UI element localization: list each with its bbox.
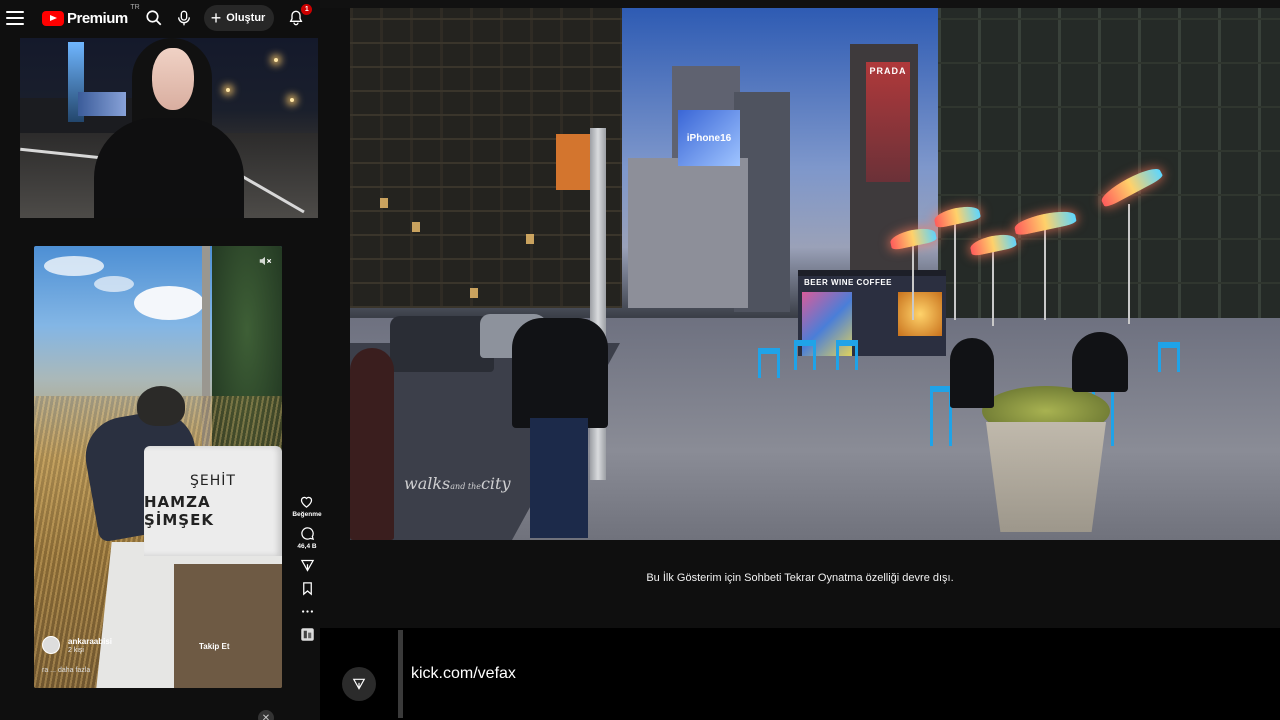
gravestone: ŞEHİT HAMZA ŞİMŞEK	[144, 446, 282, 556]
gravestone-name: HAMZA ŞİMŞEK	[144, 493, 214, 529]
lit-window	[380, 198, 388, 208]
street-lamp	[290, 98, 294, 102]
iphone-billboard: iPhone16	[678, 110, 740, 166]
kiosk-sign: BEER WINE COFFEE	[804, 278, 893, 287]
woman-headscarf	[137, 386, 185, 426]
youtube-header: Premium TR + Oluştur 1	[0, 0, 320, 36]
send-icon	[352, 678, 366, 690]
top-strip	[320, 0, 1280, 8]
shorts-video[interactable]: ŞEHİT HAMZA ŞİMŞEK ankaraabisi 2 kişi Ta…	[34, 246, 282, 688]
street-lamp	[274, 58, 278, 62]
cloud	[94, 276, 134, 292]
streamer-body	[94, 118, 244, 218]
watermark-end: city	[480, 474, 511, 493]
dislike-label: Beğenme	[292, 511, 322, 518]
lit-window	[526, 234, 534, 244]
umbrella-stem	[954, 220, 956, 320]
prada-billboard: PRADA	[866, 62, 910, 182]
ellipsis-icon	[301, 610, 313, 613]
blue-chair	[836, 340, 858, 370]
logo-region: TR	[130, 3, 140, 11]
streamer-webcam	[20, 38, 318, 218]
comment-icon	[300, 527, 314, 541]
walks-and-the-city-watermark: walksand thecity	[404, 474, 511, 493]
left-column: Premium TR + Oluştur 1 ŞEHİT HAMZA ŞİMŞE…	[0, 0, 322, 720]
sound-icon	[300, 628, 314, 641]
share-icon	[300, 559, 314, 572]
notification-badge: 1	[301, 4, 313, 15]
search-icon[interactable]	[144, 8, 164, 28]
cloud	[134, 286, 204, 320]
chat-replay-disabled-message: Bu İlk Gösterim için Sohbeti Tekrar Oyna…	[646, 572, 954, 584]
save-button[interactable]	[300, 581, 315, 596]
plus-icon: +	[210, 8, 222, 28]
webcam-billboard	[78, 92, 126, 116]
youtube-play-icon	[42, 10, 64, 26]
beer-wine-coffee-kiosk: BEER WINE COFFEE	[798, 270, 946, 356]
logo-text: Premium	[67, 9, 128, 27]
main-video-player[interactable]: iPhone16 PRADA BEER WINE COFFEE walksand…	[350, 8, 1280, 540]
seated-person	[950, 338, 994, 408]
menu-icon[interactable]	[6, 11, 24, 25]
comments-button[interactable]: 46,4 B	[297, 526, 317, 550]
street-lamp	[226, 88, 230, 92]
channel-info[interactable]: ankaraabisi 2 kişi	[42, 636, 112, 654]
comments-count: 46,4 B	[297, 543, 317, 550]
shorts-actions: Beğenme 46,4 B	[290, 494, 324, 650]
blue-chair	[930, 386, 952, 446]
more-options-button[interactable]	[300, 604, 315, 619]
streamer-face	[152, 48, 194, 110]
mute-icon[interactable]	[258, 254, 272, 268]
blue-chair	[758, 348, 780, 378]
cloud	[44, 256, 104, 276]
close-icon[interactable]: ✕	[258, 710, 274, 720]
blue-chair	[794, 340, 816, 370]
umbrella-stem	[912, 240, 914, 320]
share-button[interactable]	[300, 558, 315, 573]
planter	[986, 422, 1106, 532]
walking-man	[512, 318, 608, 428]
kiosk-light	[898, 292, 942, 336]
umbrella-stem	[992, 246, 994, 326]
walking-man-legs	[530, 418, 588, 538]
dislike-button[interactable]: Beğenme	[292, 494, 322, 518]
right-building	[938, 8, 1280, 328]
grave-soil	[174, 564, 282, 688]
lit-window	[470, 288, 478, 298]
city-building	[628, 158, 748, 308]
notifications-button[interactable]: 1	[286, 4, 313, 28]
parked-car	[390, 316, 494, 372]
watermark-small: and the	[450, 482, 481, 491]
heart-icon	[301, 496, 313, 508]
blue-chair	[1158, 342, 1180, 372]
kick-channel-link[interactable]: kick.com/vefax	[411, 665, 516, 683]
gravestone-title: ŞEHİT	[190, 473, 236, 489]
channel-name[interactable]: ankaraabisi	[68, 637, 112, 646]
channel-avatar[interactable]	[42, 636, 60, 654]
create-button[interactable]: + Oluştur	[203, 5, 275, 31]
description-more[interactable]: ra ... daha fazla	[42, 667, 90, 674]
lit-window	[412, 222, 420, 232]
sound-thumbnail[interactable]	[300, 627, 315, 642]
watermark-main: walks	[404, 474, 451, 493]
seated-person	[1072, 332, 1128, 392]
channel-subscribers: 2 kişi	[68, 646, 84, 654]
follow-button[interactable]: Takip Et	[199, 642, 230, 651]
youtube-premium-logo[interactable]: Premium TR	[42, 4, 140, 27]
bar-divider	[398, 630, 403, 718]
microphone-icon[interactable]	[174, 8, 194, 28]
pedestrian	[350, 348, 394, 540]
bookmark-icon	[302, 582, 312, 596]
umbrella-stem	[1128, 204, 1130, 324]
create-label: Oluştur	[226, 12, 266, 24]
umbrella-stem	[1044, 230, 1046, 320]
share-circle-button[interactable]	[342, 667, 376, 701]
stream-link-bar: kick.com/vefax	[320, 628, 1280, 720]
